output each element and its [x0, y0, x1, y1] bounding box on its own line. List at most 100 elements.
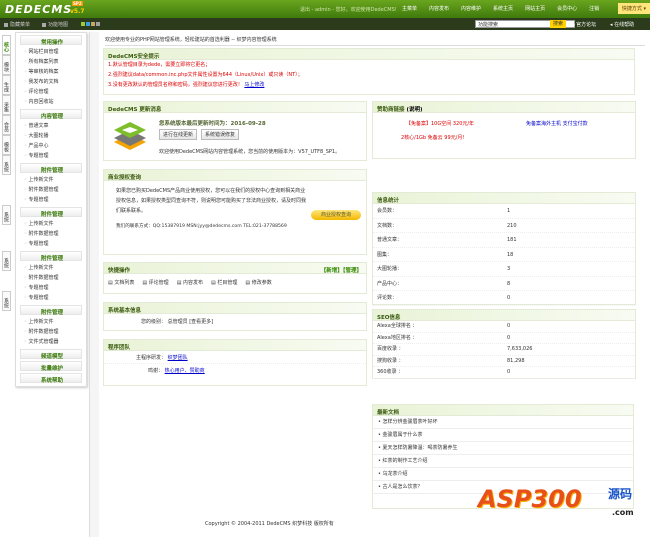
tab-collect[interactable]: 采集: [2, 95, 11, 115]
tab-template[interactable]: 模板: [2, 135, 11, 155]
tab-system[interactable]: 系统: [2, 291, 11, 311]
tab-member[interactable]: 会员: [2, 115, 11, 135]
menu-item[interactable]: 上传新文件: [16, 219, 86, 229]
menu-group-header[interactable]: 批量维护: [20, 361, 82, 372]
menu-group-header[interactable]: 频道模型: [20, 349, 82, 360]
menu-item[interactable]: 大图轮播: [16, 131, 86, 141]
nav-logout[interactable]: 注销: [589, 5, 599, 12]
tab-core[interactable]: 核心: [2, 35, 11, 55]
tab-module[interactable]: 模块: [2, 55, 11, 75]
function-map-button[interactable]: 功能地图: [42, 21, 68, 28]
menu-group-header[interactable]: 附件管理: [20, 251, 82, 262]
latest-doc-link[interactable]: • 怎样分辨金骏眉茶叶好坏: [373, 416, 633, 429]
menu-item[interactable]: 专题管理: [16, 293, 86, 303]
menu-item[interactable]: 专题管理: [16, 283, 86, 293]
skin-swatch[interactable]: [96, 22, 100, 26]
quick-publish[interactable]: ▤ 内容发布: [177, 279, 203, 286]
menu-item[interactable]: 附件数据管理: [16, 327, 86, 337]
stat-row: 大图轮播： 3: [373, 262, 635, 277]
menu-item[interactable]: 附件数据管理: [16, 229, 86, 239]
panel-title: 赞助商链接 (说明): [373, 102, 635, 113]
nav-publish[interactable]: 内容发布: [429, 5, 449, 12]
stat-label: Alexa地区排名 ：: [377, 334, 418, 341]
add-manage-links[interactable]: 【新增】【管理】: [321, 266, 362, 274]
forum-link[interactable]: ◂ 官方论坛: [572, 21, 596, 28]
top-nav: 主菜单 内容发布 内容维护 系统主页 网站主页 会员中心 注销: [402, 5, 599, 12]
menu-group-header[interactable]: 系统帮助: [20, 373, 82, 384]
panel-title: 最新文档: [373, 405, 633, 416]
stat-label: 百度收录 ：: [377, 346, 404, 352]
stat-row: 文档数： 210: [373, 219, 635, 233]
menu-group-header[interactable]: 附件管理: [20, 163, 82, 174]
menu-item[interactable]: 专题管理: [16, 151, 86, 161]
stat-row: 评论数： 0: [373, 291, 635, 306]
menu-item[interactable]: 产品中心: [16, 141, 86, 151]
latest-doc-link[interactable]: • 红茶的制作工艺介绍: [373, 455, 633, 468]
menu-item[interactable]: 网站栏目管理: [16, 47, 86, 57]
nav-site-home[interactable]: 网站主页: [525, 5, 545, 12]
nav-member[interactable]: 会员中心: [557, 5, 577, 12]
menu-item[interactable]: 内容回收站: [16, 97, 86, 107]
menu-item-label: 文件式管理器: [28, 339, 59, 345]
admin-level[interactable]: 总管理员 [查看更多]: [168, 319, 214, 325]
menu-item-label: 专题管理: [28, 285, 49, 291]
menu-item[interactable]: 上传新文件: [16, 175, 86, 185]
menu-group-header[interactable]: 附件管理: [20, 207, 82, 218]
menu-item[interactable]: 附件数据管理: [16, 185, 86, 195]
stat-row: Alexa地区排名 ： 0: [373, 333, 635, 344]
menu-item[interactable]: 普通文章: [16, 121, 86, 131]
menu-item[interactable]: 专题管理: [16, 239, 86, 249]
modify-now-link[interactable]: 马上修改: [244, 82, 264, 88]
menu-item[interactable]: 评论管理: [16, 87, 86, 97]
menu-item[interactable]: 附件数据管理: [16, 273, 86, 283]
quick-category[interactable]: ▤ 栏目管理: [211, 279, 237, 286]
stat-value: 181: [507, 237, 517, 243]
stat-row: 360收录 ： 0: [373, 367, 635, 379]
menu-group-header[interactable]: 附件管理: [20, 305, 82, 316]
menu-group-header[interactable]: 常用操作: [20, 35, 82, 46]
scrollbar[interactable]: [89, 32, 99, 537]
skin-swatch[interactable]: [91, 22, 95, 26]
help-link[interactable]: ◂ 在线帮助: [610, 21, 634, 28]
menu-item-label: 内容回收站: [28, 99, 54, 105]
hide-menu-button[interactable]: 隐藏菜单: [4, 21, 30, 28]
search-button[interactable]: 搜索: [550, 20, 566, 28]
dev-team-link[interactable]: 织梦团队: [168, 355, 188, 361]
skin-swatch[interactable]: [86, 22, 90, 26]
menu-item[interactable]: 上传新文件: [16, 263, 86, 273]
online-update-button[interactable]: 进行在线更新: [159, 129, 198, 140]
tab-system[interactable]: 系统: [2, 205, 11, 225]
latest-doc-link[interactable]: • 夏天怎样防暑降温：喝茶防暑养生: [373, 442, 633, 455]
error-fix-button[interactable]: 系统错误修复: [201, 129, 240, 140]
menu-item[interactable]: 我发布的文档: [16, 77, 86, 87]
quick-comments[interactable]: ▤ 评论管理: [142, 279, 168, 286]
nav-system-home[interactable]: 系统主页: [493, 5, 513, 12]
menu-group-header[interactable]: 内容管理: [20, 109, 82, 120]
nav-maintain[interactable]: 内容维护: [461, 5, 481, 12]
menu-item[interactable]: 所有档案列表: [16, 57, 86, 67]
sponsor-link[interactable]: 免备案海外主机 支付宝付款: [526, 120, 588, 127]
stat-value: 1: [507, 208, 511, 214]
sponsor-link[interactable]: 【免备案】10G空间 320元/年: [406, 120, 474, 127]
latest-doc-link[interactable]: • 乌龙茶介绍: [373, 468, 633, 481]
sponsor-link[interactable]: 2核心/1Gb 免备云 99元/月!: [401, 134, 464, 141]
quick-settings[interactable]: ▤ 修改参数: [245, 279, 271, 286]
menu-item[interactable]: 文件式管理器: [16, 337, 86, 347]
quick-doc-list[interactable]: ▤ 文档列表: [108, 279, 134, 286]
menu-item[interactable]: 专题管理: [16, 195, 86, 205]
menu-item-label: 附件数据管理: [28, 329, 59, 335]
license-query-button[interactable]: 商业授权查询: [311, 210, 361, 220]
skin-swatches[interactable]: [81, 22, 100, 26]
welcome-line: 欢迎使用专业的PHP网站管理系统，轻松建站的首选利器 -- 织梦内容管理系统: [105, 37, 277, 43]
menu-item[interactable]: 等审核的档案: [16, 67, 86, 77]
shortcut-dropdown[interactable]: 快捷方式 ▾: [617, 3, 650, 14]
tab-system[interactable]: 系统: [2, 155, 11, 175]
thanks-link[interactable]: 热心用户、赞助商: [165, 368, 205, 374]
nav-main-menu[interactable]: 主菜单: [402, 5, 417, 12]
skin-swatch[interactable]: [81, 22, 85, 26]
menu-item[interactable]: 上传新文件: [16, 317, 86, 327]
footer: Copyright © 2004-2011 DedeCMS 织梦科技 版权所有: [205, 521, 334, 527]
tab-generate[interactable]: 生成: [2, 75, 11, 95]
latest-doc-link[interactable]: • 金骏眉属于什么茶: [373, 429, 633, 442]
tab-system[interactable]: 系统: [2, 251, 11, 271]
